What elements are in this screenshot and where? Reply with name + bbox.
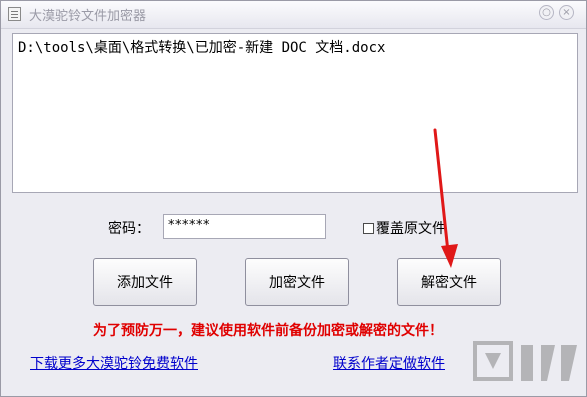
encrypt-file-button[interactable]: 加密文件 xyxy=(245,258,349,306)
password-label: 密码： xyxy=(108,221,150,237)
backup-warning-text: 为了预防万一，建议使用软件前备份加密或解密的文件！ xyxy=(93,323,443,339)
overwrite-checkbox[interactable] xyxy=(363,222,374,234)
overwrite-label[interactable]: 覆盖原文件 xyxy=(376,218,446,238)
add-file-button[interactable]: 添加文件 xyxy=(93,258,197,306)
file-list-item[interactable]: D:\tools\桌面\格式转换\已加密-新建 DOC 文档.docx xyxy=(18,37,385,57)
overwrite-checkbox-group[interactable]: 覆盖原文件 xyxy=(363,218,446,238)
app-document-icon xyxy=(8,7,21,21)
app-window: 大漠驼铃文件加密器 ○ × D:\tools\桌面\格式转换\已加密-新建 DO… xyxy=(0,0,587,397)
decrypt-file-button[interactable]: 解密文件 xyxy=(397,258,501,306)
contact-author-link[interactable]: 联系作者定做软件 xyxy=(333,353,445,373)
close-icon[interactable]: × xyxy=(559,5,574,20)
download-more-link[interactable]: 下载更多大漠驼铃免费软件 xyxy=(30,353,198,373)
minimize-icon[interactable]: ○ xyxy=(539,5,554,20)
title-bar[interactable]: 大漠驼铃文件加密器 ○ × xyxy=(1,1,586,29)
password-input[interactable]: ****** xyxy=(163,214,326,239)
window-title: 大漠驼铃文件加密器 xyxy=(29,9,147,24)
file-list[interactable]: D:\tools\桌面\格式转换\已加密-新建 DOC 文档.docx xyxy=(12,33,578,193)
